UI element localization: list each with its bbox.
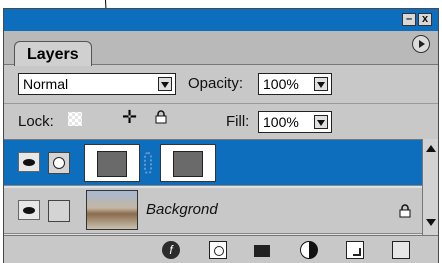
opacity-field[interactable]: 100% [258, 73, 332, 95]
eye-icon[interactable] [18, 152, 40, 172]
background-thumbnail[interactable] [86, 190, 138, 230]
layer-name: Backgrond [146, 201, 218, 218]
fill-value: 100% [263, 114, 299, 130]
link-icon[interactable] [144, 152, 152, 174]
close-button[interactable]: x [418, 13, 432, 26]
scroll-down-icon[interactable] [425, 217, 437, 229]
lock-transparency-icon[interactable] [68, 112, 82, 126]
lock-row: Lock: ✛ Fill: 100% [4, 103, 438, 139]
layer-thumbnail[interactable] [84, 144, 140, 182]
trash-icon[interactable] [392, 241, 410, 259]
lock-icon [399, 204, 411, 218]
fill-field[interactable]: 100% [258, 111, 332, 133]
chevron-down-icon[interactable] [158, 77, 172, 91]
fx-icon[interactable]: f [162, 241, 180, 259]
adjustment-icon[interactable] [300, 241, 318, 259]
minimize-button[interactable]: – [402, 13, 416, 26]
blend-mode-value: Normal [23, 76, 69, 92]
lock-icon[interactable] [154, 110, 168, 124]
panel-titlebar: – x [4, 9, 438, 31]
layers-list: Backgrond [4, 139, 422, 235]
opacity-value: 100% [263, 76, 299, 92]
move-icon[interactable]: ✛ [122, 107, 137, 128]
blend-row: Normal Opacity: 100% [4, 65, 438, 101]
bottom-toolbar: f [4, 235, 438, 263]
tab-layers[interactable]: Layers [14, 41, 92, 66]
new-layer-icon[interactable] [346, 241, 364, 259]
lock-label: Lock: [18, 113, 54, 130]
chevron-down-icon[interactable] [314, 115, 328, 129]
layer-mask-thumbnail[interactable] [160, 144, 216, 182]
eye-icon[interactable] [18, 200, 40, 220]
panel-menu-icon[interactable] [412, 35, 430, 53]
scroll-up-icon[interactable] [425, 143, 437, 155]
tab-row: Layers [4, 31, 438, 66]
layers-panel: – x Layers Normal Opacity: 100% Lock: ✛ … [3, 8, 439, 263]
layer-row-selected[interactable] [4, 140, 422, 186]
layer-mask-link-toggle[interactable] [48, 152, 70, 174]
fill-label: Fill: [226, 113, 250, 130]
blend-mode-select[interactable]: Normal [18, 73, 176, 95]
layers-scrollbar[interactable] [422, 139, 438, 235]
layer-link-toggle[interactable] [48, 200, 70, 222]
mask-icon[interactable] [209, 241, 227, 259]
opacity-label: Opacity: [188, 75, 244, 92]
layer-row-background[interactable]: Backgrond [4, 188, 422, 234]
chevron-down-icon[interactable] [314, 77, 328, 91]
folder-icon[interactable] [254, 245, 270, 257]
